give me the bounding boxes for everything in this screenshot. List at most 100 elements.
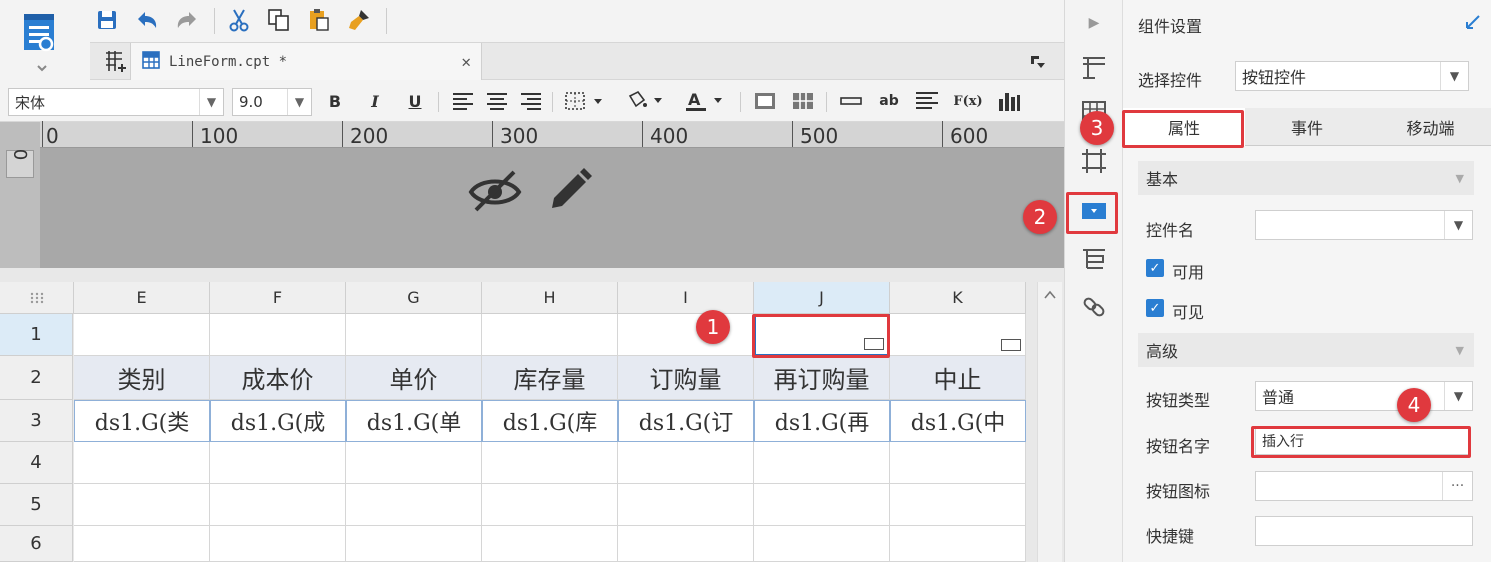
grid-cell[interactable] xyxy=(210,484,346,526)
grid-cell[interactable] xyxy=(74,526,210,562)
italic-button[interactable]: I xyxy=(362,88,388,114)
paragraph-icon[interactable] xyxy=(914,88,940,114)
cell-attribute-icon[interactable] xyxy=(1079,52,1109,82)
close-icon[interactable]: ✕ xyxy=(461,52,471,71)
dataset-cell[interactable]: ds1.G(再 xyxy=(754,400,890,442)
align-center-icon[interactable] xyxy=(484,88,510,114)
button-type-select[interactable]: 普通 ▼ xyxy=(1255,381,1473,411)
column-header[interactable]: H xyxy=(482,282,618,314)
expand-panel-icon[interactable] xyxy=(1463,12,1483,32)
fill-color-icon[interactable] xyxy=(622,88,668,114)
row-header[interactable]: 3 xyxy=(0,400,73,442)
font-family-select[interactable]: 宋体 ▼ xyxy=(8,88,224,116)
tab-events[interactable]: 事件 xyxy=(1245,108,1369,146)
row-header[interactable]: 4 xyxy=(0,442,73,484)
grid-cell[interactable] xyxy=(618,314,754,356)
grid-cell[interactable] xyxy=(890,442,1026,484)
dataset-cell[interactable]: ds1.G(库 xyxy=(482,400,618,442)
dataset-cell[interactable]: ds1.G(类 xyxy=(74,400,210,442)
edit-pencil-icon[interactable] xyxy=(544,166,594,216)
border-select-icon[interactable] xyxy=(562,88,608,114)
redo-icon[interactable] xyxy=(174,7,200,33)
grid-cell[interactable] xyxy=(754,484,890,526)
paste-icon[interactable] xyxy=(306,7,332,33)
header-cell[interactable]: 类别 xyxy=(74,356,210,400)
advanced-section-header[interactable]: 高级 ▼ xyxy=(1138,333,1474,367)
grid-cell[interactable] xyxy=(482,442,618,484)
column-header[interactable]: I xyxy=(618,282,754,314)
grid-cell[interactable] xyxy=(346,484,482,526)
bold-button[interactable]: B xyxy=(322,88,348,114)
shortcut-input[interactable] xyxy=(1255,516,1473,546)
split-cells-icon[interactable] xyxy=(790,88,816,114)
row-header[interactable]: 5 xyxy=(0,484,73,526)
grid-cell[interactable] xyxy=(74,442,210,484)
grid-cell[interactable] xyxy=(482,314,618,356)
chart-icon[interactable] xyxy=(996,88,1022,114)
hyperlink-icon[interactable] xyxy=(1079,292,1109,322)
hide-eye-icon[interactable] xyxy=(468,166,522,216)
undo-icon[interactable] xyxy=(134,7,160,33)
save-icon[interactable] xyxy=(94,7,120,33)
underline-button[interactable]: U xyxy=(402,88,428,114)
header-cell[interactable]: 订购量 xyxy=(618,356,754,400)
cut-icon[interactable] xyxy=(226,7,252,33)
grid-cell[interactable] xyxy=(482,526,618,562)
row-header[interactable]: 2 xyxy=(0,356,73,400)
select-all-icon[interactable] xyxy=(0,282,74,314)
format-brush-icon[interactable] xyxy=(346,7,372,33)
dataset-cell[interactable]: ds1.G(单 xyxy=(346,400,482,442)
header-cell[interactable]: 单价 xyxy=(346,356,482,400)
basic-section-header[interactable]: 基本 ▼ xyxy=(1138,161,1474,195)
grid-cell[interactable] xyxy=(618,442,754,484)
preview-logo-icon[interactable] xyxy=(14,6,66,76)
grid-cell[interactable] xyxy=(74,484,210,526)
copy-icon[interactable] xyxy=(266,7,292,33)
grid-cell[interactable] xyxy=(210,526,346,562)
enabled-checkbox[interactable]: ✓ xyxy=(1146,259,1164,277)
grid-add-icon[interactable] xyxy=(104,50,128,74)
grid-cell[interactable] xyxy=(210,442,346,484)
header-cell[interactable]: 库存量 xyxy=(482,356,618,400)
collapse-arrow-icon[interactable]: ▶ xyxy=(1079,8,1109,38)
grid-cell[interactable] xyxy=(618,484,754,526)
grid-cell[interactable] xyxy=(346,442,482,484)
grid-cell[interactable] xyxy=(754,526,890,562)
row-header[interactable]: 1 xyxy=(0,314,73,356)
grid-cell[interactable] xyxy=(210,314,346,356)
font-size-select[interactable]: 9.0 ▼ xyxy=(232,88,312,116)
header-cell[interactable]: 再订购量 xyxy=(754,356,890,400)
textbox-icon[interactable] xyxy=(838,88,864,114)
header-cell[interactable]: 中止 xyxy=(890,356,1026,400)
grid-cell[interactable] xyxy=(482,484,618,526)
vertical-scrollbar[interactable] xyxy=(1037,282,1062,562)
grid-cell[interactable] xyxy=(74,314,210,356)
column-header[interactable]: F xyxy=(210,282,346,314)
merge-cells-icon[interactable] xyxy=(752,88,778,114)
browse-more-icon[interactable]: ··· xyxy=(1442,472,1472,500)
button-icon-input[interactable]: ··· xyxy=(1255,471,1473,501)
align-left-icon[interactable] xyxy=(450,88,476,114)
grid-cell[interactable] xyxy=(890,314,1026,356)
formula-button[interactable]: F(x) xyxy=(952,88,984,114)
dataset-cell[interactable]: ds1.G(中 xyxy=(890,400,1026,442)
grid-cell[interactable] xyxy=(890,484,1026,526)
column-header[interactable]: G xyxy=(346,282,482,314)
float-element-icon[interactable] xyxy=(1079,146,1109,176)
chevron-up-icon[interactable] xyxy=(1044,288,1056,299)
tab-mobile[interactable]: 移动端 xyxy=(1369,108,1491,146)
grid-cell[interactable] xyxy=(346,526,482,562)
dataset-cell[interactable]: ds1.G(成 xyxy=(210,400,346,442)
condition-attribute-icon[interactable] xyxy=(1079,244,1109,274)
dataset-cell[interactable]: ds1.G(订 xyxy=(618,400,754,442)
visible-checkbox[interactable]: ✓ xyxy=(1146,299,1164,317)
align-right-icon[interactable] xyxy=(518,88,544,114)
grid-cell[interactable] xyxy=(618,526,754,562)
ab-text-button[interactable]: ab xyxy=(876,88,902,114)
grid-cell[interactable] xyxy=(890,526,1026,562)
grid-cell[interactable] xyxy=(346,314,482,356)
column-header[interactable]: J xyxy=(754,282,890,314)
widget-type-select[interactable]: 按钮控件 ▼ xyxy=(1235,61,1469,91)
grid-cell[interactable] xyxy=(754,442,890,484)
column-header[interactable]: K xyxy=(890,282,1026,314)
